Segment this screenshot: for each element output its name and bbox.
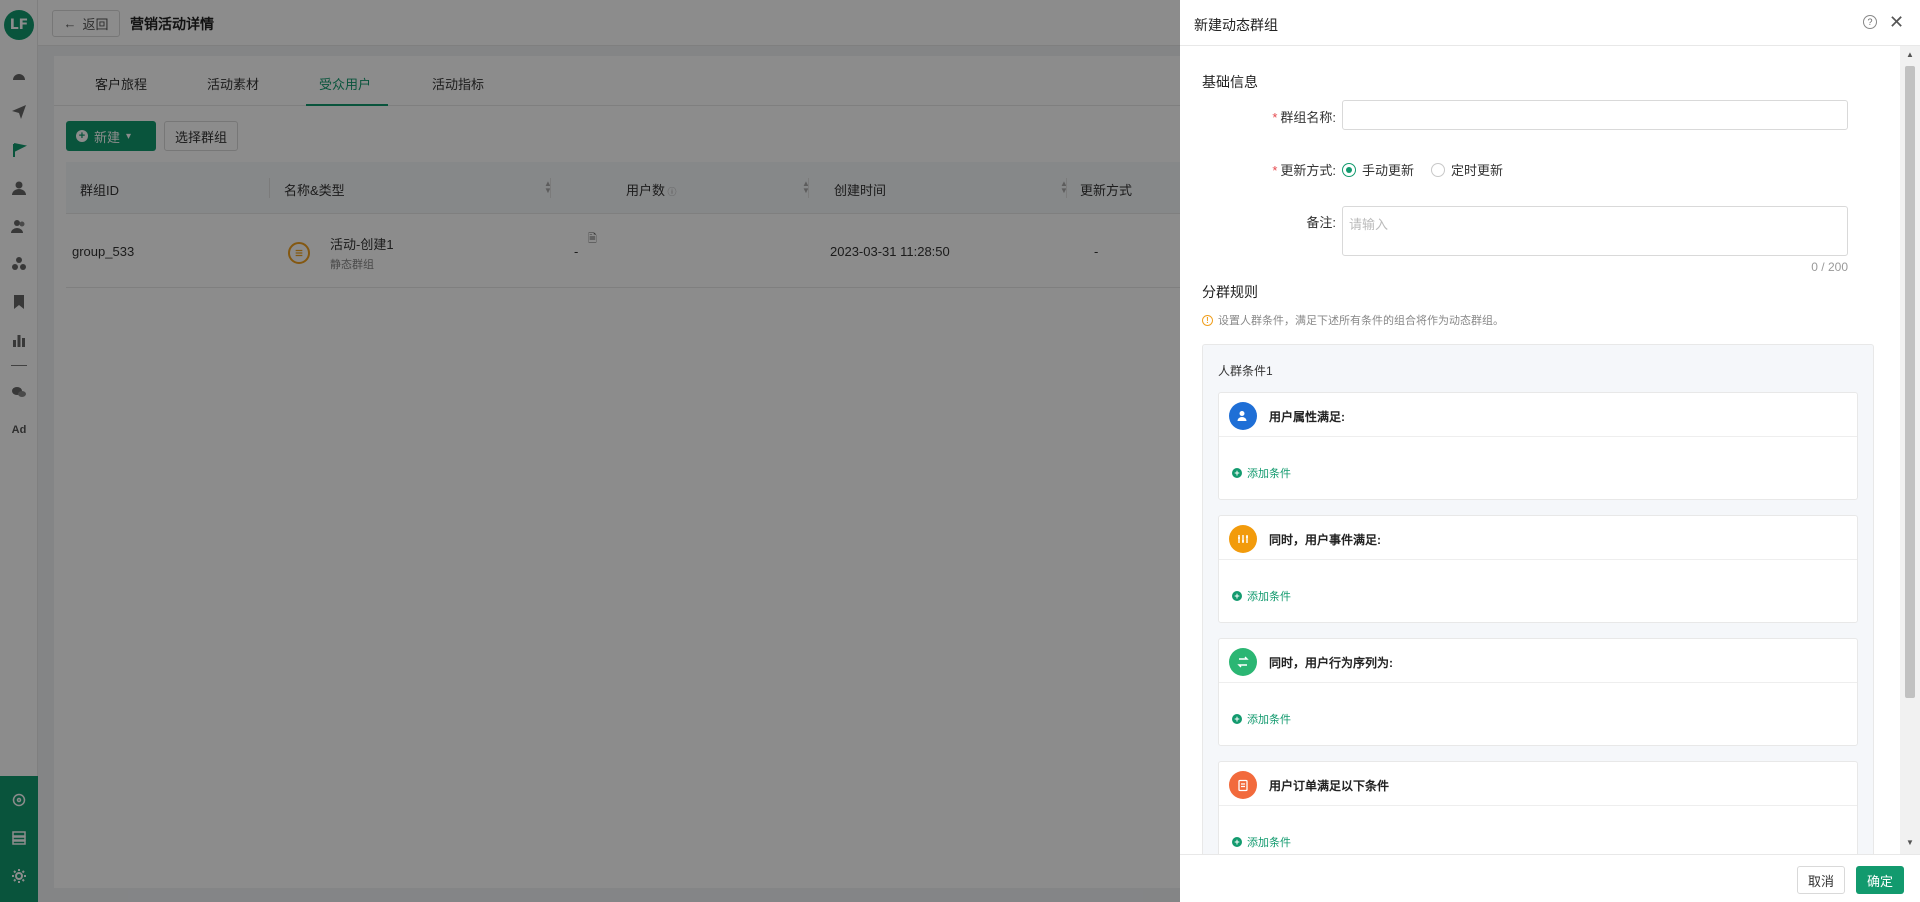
- plus-circle-icon: +: [1232, 837, 1242, 847]
- drawer-footer: 取消 确定: [1180, 854, 1920, 902]
- card-title: 用户属性满足:: [1269, 410, 1345, 424]
- scroll-up-arrow-icon[interactable]: ▲: [1906, 50, 1914, 59]
- user-attribute-icon: [1229, 402, 1257, 430]
- user-attribute-card: 用户属性满足: + 添加条件: [1218, 392, 1858, 500]
- card-title: 用户订单满足以下条件: [1269, 779, 1390, 793]
- add-condition-button[interactable]: + 添加条件: [1232, 711, 1291, 727]
- scroll-down-arrow-icon[interactable]: ▼: [1906, 838, 1914, 847]
- event-icon: [1229, 525, 1257, 553]
- condition-group-title: 人群条件1: [1218, 364, 1273, 378]
- plus-circle-icon: +: [1232, 714, 1242, 724]
- scrollbar-thumb[interactable]: [1905, 66, 1915, 698]
- drawer-title: 新建动态群组: [1194, 17, 1278, 33]
- warning-icon: !: [1202, 314, 1213, 326]
- card-title: 同时，用户行为序列为:: [1269, 656, 1393, 670]
- radio-checked-icon: [1342, 162, 1356, 177]
- radio-manual-update[interactable]: 手动更新: [1342, 160, 1414, 179]
- remark-char-counter: 0 / 200: [1811, 260, 1848, 274]
- plus-circle-icon: +: [1232, 591, 1242, 601]
- radio-scheduled-update[interactable]: 定时更新: [1431, 160, 1503, 179]
- condition-group-box: 人群条件1 用户属性满足: + 添加条件 同时，用户事件满足: + 添加条件 同…: [1202, 344, 1874, 854]
- drawer-header: 新建动态群组 ? ✕: [1180, 0, 1920, 46]
- radio-unchecked-icon: [1431, 162, 1445, 177]
- close-icon[interactable]: ✕: [1889, 13, 1904, 31]
- rules-hint: ! 设置人群条件，满足下述所有条件的组合将作为动态群组。: [1202, 312, 1504, 328]
- drawer-scrollbar[interactable]: ▲ ▼: [1900, 46, 1920, 854]
- basic-info-section-title: 基础信息: [1202, 74, 1258, 90]
- cancel-button[interactable]: 取消: [1797, 866, 1845, 894]
- clipboard-icon: [1229, 771, 1257, 799]
- add-condition-button[interactable]: + 添加条件: [1232, 465, 1291, 481]
- confirm-button[interactable]: 确定: [1856, 866, 1904, 894]
- rules-section-title: 分群规则: [1202, 284, 1258, 300]
- modal-overlay[interactable]: [0, 0, 1180, 902]
- group-name-input[interactable]: [1342, 100, 1848, 130]
- sequence-icon: [1229, 648, 1257, 676]
- behavior-sequence-card: 同时，用户行为序列为: + 添加条件: [1218, 638, 1858, 746]
- plus-circle-icon: +: [1232, 468, 1242, 478]
- remark-textarea[interactable]: 请输入: [1342, 206, 1848, 256]
- update-mode-label: * 更新方式:: [1272, 163, 1336, 178]
- add-condition-button[interactable]: + 添加条件: [1232, 834, 1291, 850]
- remark-label: 备注:: [1306, 215, 1336, 230]
- card-title: 同时，用户事件满足:: [1269, 533, 1381, 547]
- add-condition-button[interactable]: + 添加条件: [1232, 588, 1291, 604]
- help-icon[interactable]: ?: [1863, 15, 1877, 29]
- group-name-label: * 群组名称:: [1272, 110, 1336, 125]
- user-event-card: 同时，用户事件满足: + 添加条件: [1218, 515, 1858, 623]
- drawer-body: 基础信息 * 群组名称: * 更新方式: 手动更新 定时更新 备注: 请输入 0 /…: [1180, 46, 1920, 854]
- create-dynamic-group-drawer: 新建动态群组 ? ✕ 基础信息 * 群组名称: * 更新方式: 手动更新 定时更新 …: [1180, 0, 1920, 902]
- user-order-card: 用户订单满足以下条件 + 添加条件: [1218, 761, 1858, 854]
